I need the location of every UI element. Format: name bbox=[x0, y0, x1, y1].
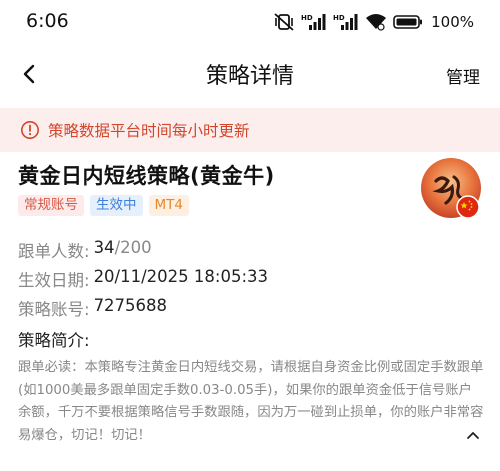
page-title: 策略详情 bbox=[205, 64, 294, 89]
followers-max: /200 bbox=[114, 238, 152, 257]
nav-bar: 策略详情 管理 bbox=[0, 44, 500, 106]
signal-icon: HD bbox=[333, 14, 358, 30]
effective-date-label: 生效日期: bbox=[18, 271, 90, 290]
tag-account-type: 常规账号 bbox=[18, 195, 84, 216]
tag-status: 生效中 bbox=[90, 195, 143, 216]
followers-row: 跟单人数: 34/200 bbox=[18, 238, 152, 262]
tag-platform: MT4 bbox=[148, 195, 189, 216]
battery-icon bbox=[393, 15, 423, 29]
network-type-1: HD bbox=[301, 14, 313, 22]
status-icons: HD HD 100% bbox=[273, 12, 474, 32]
status-bar: 6:06 HD HD 100% bbox=[0, 0, 500, 44]
strategy-avatar[interactable] bbox=[420, 157, 482, 219]
status-time: 6:06 bbox=[26, 10, 69, 32]
effective-date-row: 生效日期: 20/11/2025 18:05:33 bbox=[18, 267, 268, 291]
strategy-name: 黄金日内短线策略(黄金牛) bbox=[18, 164, 275, 188]
followers-label: 跟单人数: bbox=[18, 242, 90, 261]
mute-vibrate-icon bbox=[274, 13, 294, 31]
signal-icon: HD bbox=[301, 14, 326, 30]
account-label: 策略账号: bbox=[18, 300, 90, 319]
account-row: 策略账号: 7275688 bbox=[18, 296, 167, 320]
account-number: 7275688 bbox=[93, 296, 168, 315]
followers-count: 34 bbox=[93, 238, 115, 257]
battery-percent: 100% bbox=[431, 13, 474, 31]
intro-text: 跟单必读：本策略专注黄金日内短线交易，请根据自身资金比例或固定手数跟单(如100… bbox=[18, 360, 484, 443]
chevron-up-icon[interactable] bbox=[466, 430, 480, 440]
intro-title: 策略简介: bbox=[18, 331, 90, 350]
network-type-2: HD bbox=[333, 14, 345, 22]
notice-banner: 策略数据平台时间每小时更新 bbox=[0, 108, 500, 152]
effective-date-value: 20/11/2025 18:05:33 bbox=[93, 267, 269, 286]
manage-button[interactable]: 管理 bbox=[446, 63, 480, 88]
wifi-icon bbox=[366, 14, 387, 31]
notice-text: 策略数据平台时间每小时更新 bbox=[48, 122, 250, 140]
info-icon bbox=[21, 121, 39, 139]
strategy-tags: 常规账号 生效中 MT4 bbox=[18, 195, 189, 216]
